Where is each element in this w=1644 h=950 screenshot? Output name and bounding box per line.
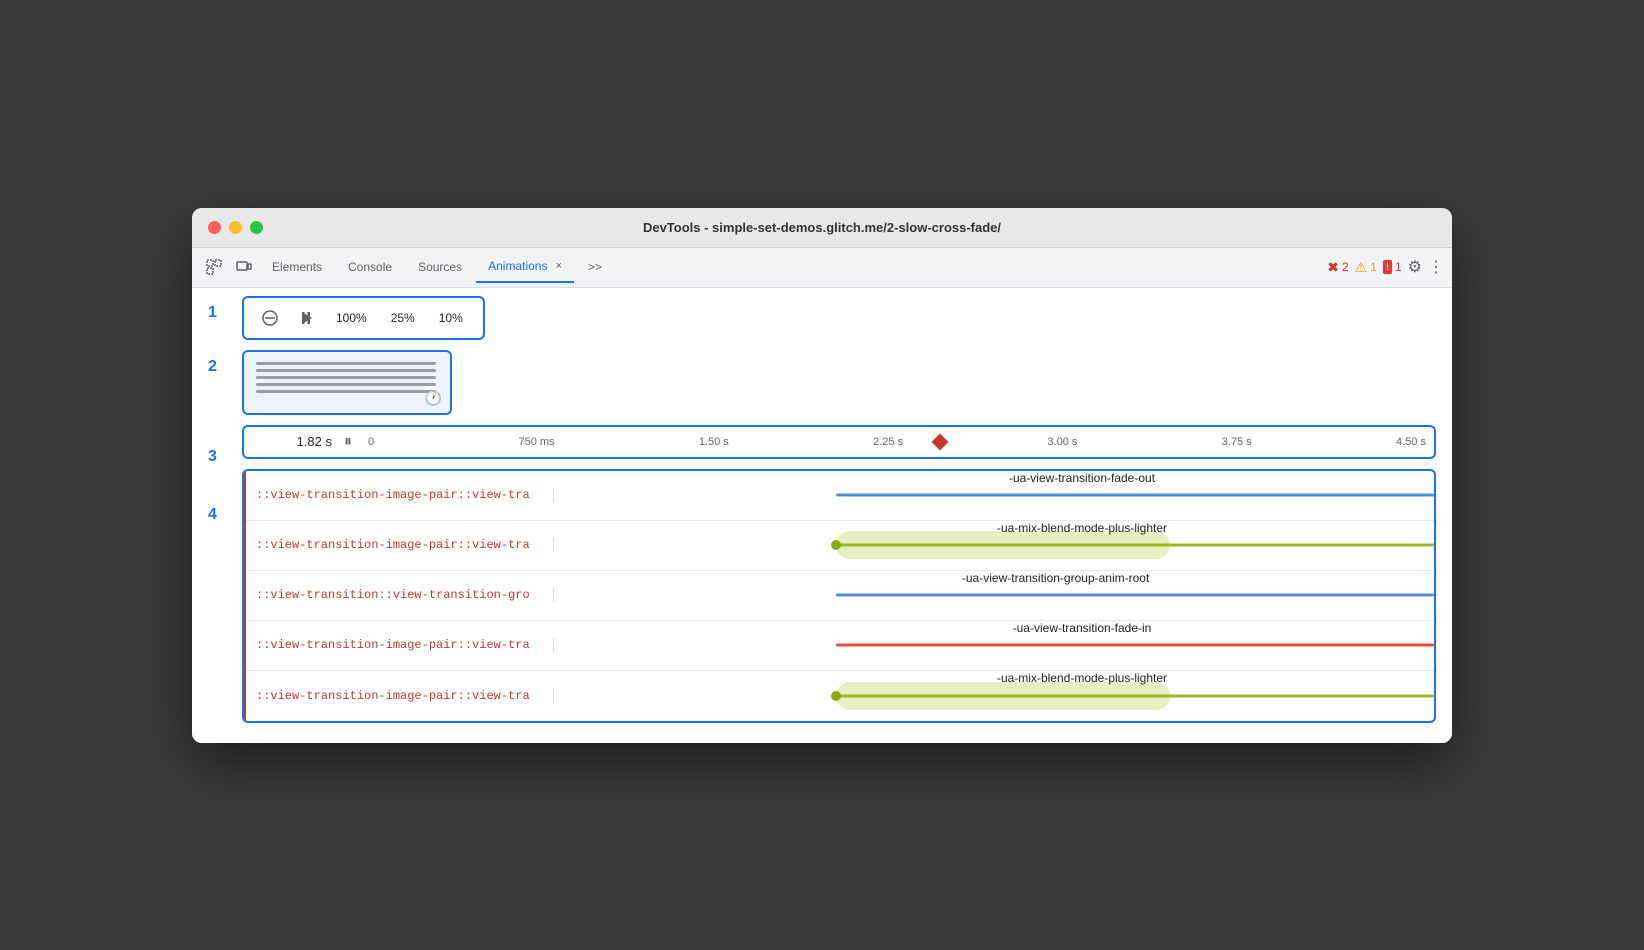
animation-row-1[interactable]: ::view-transition-image-pair::view-tra -…	[244, 471, 1434, 521]
tab-elements[interactable]: Elements	[260, 251, 334, 283]
row-track-4: -ua-view-transition-fade-in	[554, 621, 1434, 670]
timeline-marks[interactable]: 0 750 ms 1.50 s 2.25 s 3.00 s 3.75 s 4.5…	[360, 436, 1434, 448]
tab-bar: Elements Console Sources Animations × >>…	[192, 248, 1452, 288]
tab-animations[interactable]: Animations ×	[476, 251, 574, 283]
info-icon: !	[1383, 260, 1392, 274]
animation-row-2[interactable]: ::view-transition-image-pair::view-tra -…	[244, 521, 1434, 571]
animation-lines	[256, 362, 436, 403]
section-label-2: 2	[208, 358, 217, 376]
track-dot-5	[831, 691, 841, 701]
mark-4s50: 4.50 s	[1396, 436, 1426, 448]
row-label-4: ::view-transition-image-pair::view-tra	[244, 638, 554, 652]
minimize-button[interactable]	[229, 221, 242, 234]
mark-1s50: 1.50 s	[699, 436, 729, 448]
mark-3s75: 3.75 s	[1222, 436, 1252, 448]
tab-sources[interactable]: Sources	[406, 251, 474, 283]
tab-console[interactable]: Console	[336, 251, 404, 283]
track-bar-3	[836, 594, 1434, 597]
speed-25-button[interactable]: 25%	[383, 309, 423, 327]
row-label-2: ::view-transition-image-pair::view-tra	[244, 538, 554, 552]
track-bar-4	[836, 644, 1434, 647]
row-track-1: -ua-view-transition-fade-out	[554, 471, 1434, 520]
row-anim-name-4: -ua-view-transition-fade-in	[1013, 621, 1152, 635]
error-badge: ✖ 2	[1327, 259, 1348, 276]
section-label-1: 1	[208, 304, 217, 322]
row-anim-name-3: -ua-view-transition-group-anim-root	[962, 571, 1149, 585]
anim-line-4	[256, 383, 436, 386]
error-icon: ✖	[1327, 259, 1339, 276]
animation-row-3[interactable]: ::view-transition::view-transition-gro -…	[244, 571, 1434, 621]
pause-icon[interactable]: ⏸	[344, 433, 352, 451]
row-label-3: ::view-transition::view-transition-gro	[244, 588, 554, 602]
devtools-window: DevTools - simple-set-demos.glitch.me/2-…	[192, 208, 1452, 743]
device-mode-icon[interactable]	[230, 253, 258, 281]
speed-10-button[interactable]: 10%	[431, 309, 471, 327]
clear-button[interactable]	[256, 304, 284, 332]
row-track-3: -ua-view-transition-group-anim-root	[554, 571, 1434, 620]
window-title: DevTools - simple-set-demos.glitch.me/2-…	[643, 220, 1001, 235]
info-badge: ! 1	[1383, 260, 1402, 274]
animation-row-5[interactable]: ::view-transition-image-pair::view-tra -…	[244, 671, 1434, 721]
animation-rows-section: ::view-transition-image-pair::view-tra -…	[242, 469, 1436, 723]
play-button[interactable]	[292, 304, 320, 332]
track-bar-1	[836, 494, 1434, 497]
row-track-5: -ua-mix-blend-mode-plus-lighter	[554, 671, 1434, 721]
more-options-icon[interactable]: ⋮	[1428, 257, 1444, 277]
row-track-2: -ua-mix-blend-mode-plus-lighter	[554, 521, 1434, 570]
tab-right-section: ✖ 2 ⚠ 1 ! 1 ⚙ ⋮	[1327, 257, 1444, 277]
current-time-display: 1.82 s	[244, 434, 344, 449]
row-label-1: ::view-transition-image-pair::view-tra	[244, 488, 554, 502]
tab-close-icon[interactable]: ×	[555, 260, 561, 272]
section-label-3: 3	[208, 448, 217, 466]
title-bar: DevTools - simple-set-demos.glitch.me/2-…	[192, 208, 1452, 248]
more-tabs-button[interactable]: >>	[576, 251, 614, 283]
anim-line-5	[256, 390, 436, 393]
inspect-icon[interactable]	[200, 253, 228, 281]
track-bar-2	[836, 544, 1434, 547]
track-bar-5	[836, 694, 1434, 697]
traffic-lights	[208, 221, 263, 234]
anim-line-1	[256, 362, 436, 365]
animation-controls: 100% 25% 10%	[242, 296, 485, 340]
settings-icon[interactable]: ⚙	[1408, 257, 1422, 277]
animation-group-thumbnail[interactable]: 🕐	[242, 350, 452, 415]
mark-3s: 3.00 s	[1047, 436, 1077, 448]
mark-750ms: 750 ms	[518, 436, 554, 448]
speed-100-button[interactable]: 100%	[328, 309, 375, 327]
row-label-5: ::view-transition-image-pair::view-tra	[244, 689, 554, 703]
animation-row-4[interactable]: ::view-transition-image-pair::view-tra -…	[244, 621, 1434, 671]
warning-icon: ⚠	[1355, 259, 1368, 276]
timeline-cursor-diamond	[931, 433, 948, 450]
maximize-button[interactable]	[250, 221, 263, 234]
section-label-4: 4	[208, 506, 217, 524]
mark-2s25: 2.25 s	[873, 436, 903, 448]
track-dot-2	[831, 540, 841, 550]
anim-line-2	[256, 369, 436, 372]
close-button[interactable]	[208, 221, 221, 234]
clock-icon: 🕐	[425, 390, 442, 407]
row-anim-name-1: -ua-view-transition-fade-out	[1009, 471, 1155, 485]
devtools-body: Elements Console Sources Animations × >>…	[192, 248, 1452, 743]
mark-0: 0	[368, 436, 374, 448]
timeline-ruler-section: 1.82 s ⏸ 0 750 ms 1.50 s 2.25 s 3.00 s 3…	[242, 425, 1436, 459]
anim-line-3	[256, 376, 436, 379]
warning-badge: ⚠ 1	[1355, 259, 1377, 276]
